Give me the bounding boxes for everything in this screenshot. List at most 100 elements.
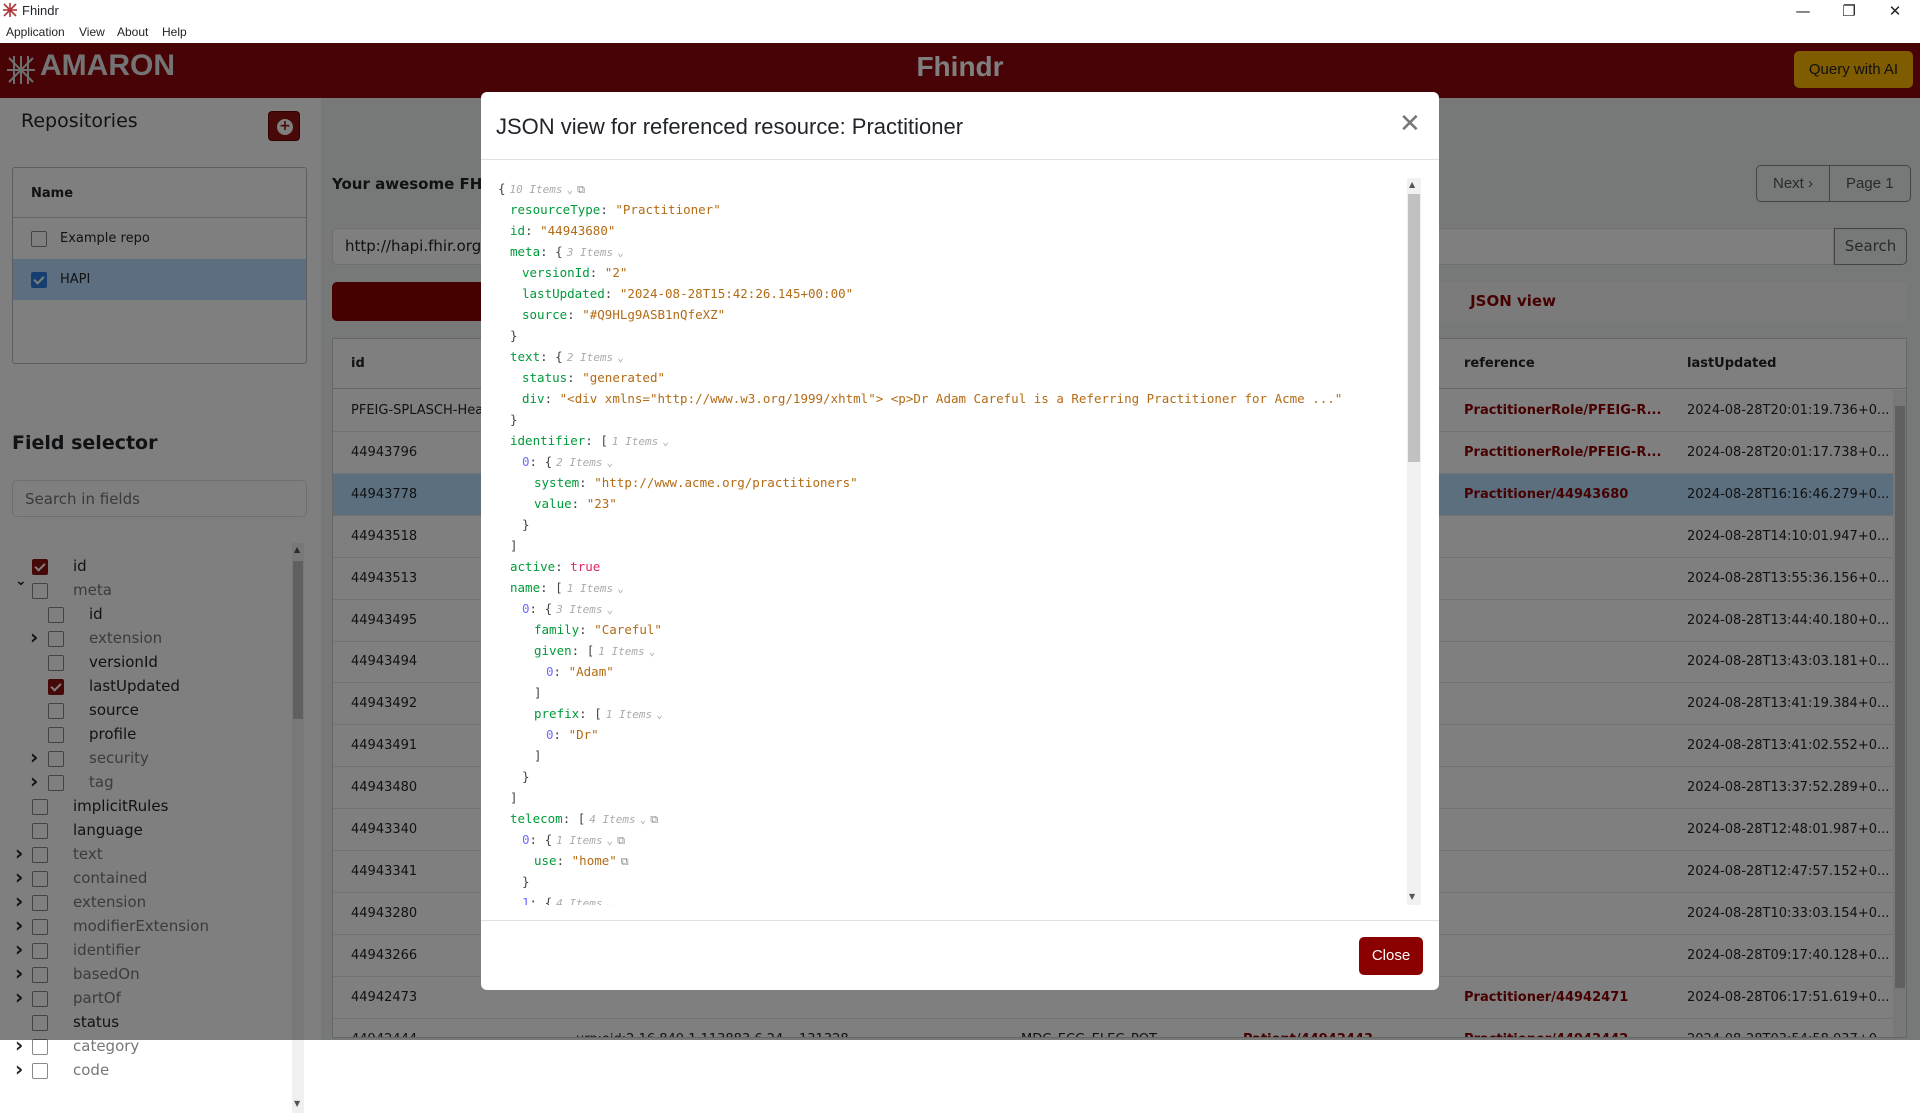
json-bracket: { [555,349,563,364]
divider [481,159,1439,160]
collapse-chevron-icon[interactable]: ⌄ [606,456,613,469]
json-colon: : [556,853,572,868]
close-window-icon[interactable]: ✕ [1880,2,1910,20]
json-scroll-thumb[interactable] [1408,194,1420,462]
json-string: "2" [604,265,628,280]
json-line: } [522,766,530,787]
json-item-count[interactable]: 3 Items [567,246,613,259]
json-key: text [510,349,541,364]
json-index: 0 [522,601,530,616]
json-colon: : [567,370,583,385]
collapse-chevron-icon[interactable]: ⌄ [606,834,613,847]
menu-about[interactable]: About [117,25,148,39]
json-key: active [510,559,556,574]
field-checkbox[interactable] [32,1039,48,1055]
collapse-chevron-icon[interactable]: ⌄ [617,351,624,364]
collapse-chevron-icon[interactable]: ⌄ [640,813,647,826]
json-colon: : [604,286,620,301]
json-key: id [510,223,526,238]
close-button[interactable]: Close [1359,937,1423,975]
json-item-count[interactable]: 4 Items [589,813,635,826]
json-item-count[interactable]: 4 Items [556,897,602,905]
json-string: "home" [571,853,617,868]
json-bracket: [ [555,580,563,595]
collapse-chevron-icon[interactable]: ⌄ [617,246,624,259]
close-icon[interactable]: ✕ [1399,108,1421,139]
menu-view[interactable]: View [79,25,105,39]
menu-application[interactable]: Application [6,25,65,39]
json-bracket: ] [510,538,518,553]
json-line: } [522,871,530,892]
scroll-down-icon[interactable]: ▼ [294,1099,300,1108]
json-key: given [534,643,572,658]
scroll-up-icon[interactable]: ▲ [1409,180,1415,189]
collapse-chevron-icon[interactable]: ⌄ [617,582,624,595]
json-colon: : [540,580,556,595]
restore-icon[interactable]: ❐ [1834,2,1864,20]
json-colon: : [529,895,545,905]
collapse-chevron-icon[interactable]: ⌄ [606,603,613,616]
json-colon: : [567,307,583,322]
json-bracket: [ [586,643,595,658]
json-string: "<div xmlns="http://www.w3.org/1999/xhtm… [559,391,1343,406]
json-item-count[interactable]: 2 Items [567,351,613,364]
json-key: versionId [522,265,590,280]
window-titlebar: Fhindr Application View About Help — ❐ ✕ [0,0,1920,43]
json-string: "Dr" [568,727,599,742]
json-string: "http://www.acme.org/practitioners" [594,475,858,490]
json-bracket: } [522,517,530,532]
json-line: 0: "Adam" [546,661,614,682]
json-item-count[interactable]: 1 Items [606,708,652,721]
json-bracket: ] [534,685,542,700]
chevron-right-icon[interactable]: › [15,1057,27,1081]
json-line: 1: {4 Items ⌄ [522,892,613,905]
json-string: "Careful" [594,622,662,637]
field-checkbox[interactable] [32,1063,48,1079]
json-line: status: "generated" [522,367,665,388]
json-line: system: "http://www.acme.org/practitione… [534,472,858,493]
json-item-count[interactable]: 1 Items [612,435,658,448]
json-item-count[interactable]: 10 Items [510,183,563,196]
json-bracket: } [510,328,518,343]
json-boolean: true [570,559,601,574]
json-line: telecom: [4 Items ⌄ ⧉ [510,808,658,829]
json-key: status [522,370,568,385]
menu-help[interactable]: Help [162,25,187,39]
json-item-count[interactable]: 1 Items [556,834,602,847]
json-item-count[interactable]: 1 Items [567,582,613,595]
json-line: } [510,325,518,346]
json-string: "44943680" [540,223,616,238]
json-index: 1 [522,895,530,905]
collapse-chevron-icon[interactable]: ⌄ [662,435,669,448]
copy-icon[interactable]: ⧉ [650,813,658,826]
json-index: 0 [522,454,530,469]
json-bracket: { [544,895,553,905]
json-item-count[interactable]: 2 Items [556,456,602,469]
json-colon: : [553,727,569,742]
collapse-chevron-icon[interactable]: ⌄ [649,645,656,658]
json-bracket: } [510,412,518,427]
json-item-count[interactable]: 3 Items [556,603,602,616]
json-line: resourceType: "Practitioner" [510,199,721,220]
json-string: "23" [586,496,617,511]
json-colon: : [525,223,541,238]
copy-icon[interactable]: ⧉ [577,183,585,196]
json-item-count[interactable]: 1 Items [598,645,644,658]
copy-icon[interactable]: ⧉ [621,855,629,868]
field-label: code [73,1061,110,1079]
json-colon: : [585,433,601,448]
scroll-down-icon[interactable]: ▼ [1409,892,1415,901]
collapse-chevron-icon[interactable]: ⌄ [567,183,574,196]
json-colon: : [589,265,605,280]
json-line: id: "44943680" [510,220,615,241]
json-line: family: "Careful" [534,619,662,640]
json-bracket: { [555,244,563,259]
copy-icon[interactable]: ⧉ [617,834,625,847]
json-key: resourceType [510,202,601,217]
field-tree-item[interactable]: › code [0,1057,290,1083]
json-key: prefix [534,706,580,721]
minimize-icon[interactable]: — [1788,2,1818,20]
collapse-chevron-icon[interactable]: ⌄ [656,708,663,721]
collapse-chevron-icon[interactable]: ⌄ [606,897,613,905]
json-string: "Adam" [568,664,614,679]
